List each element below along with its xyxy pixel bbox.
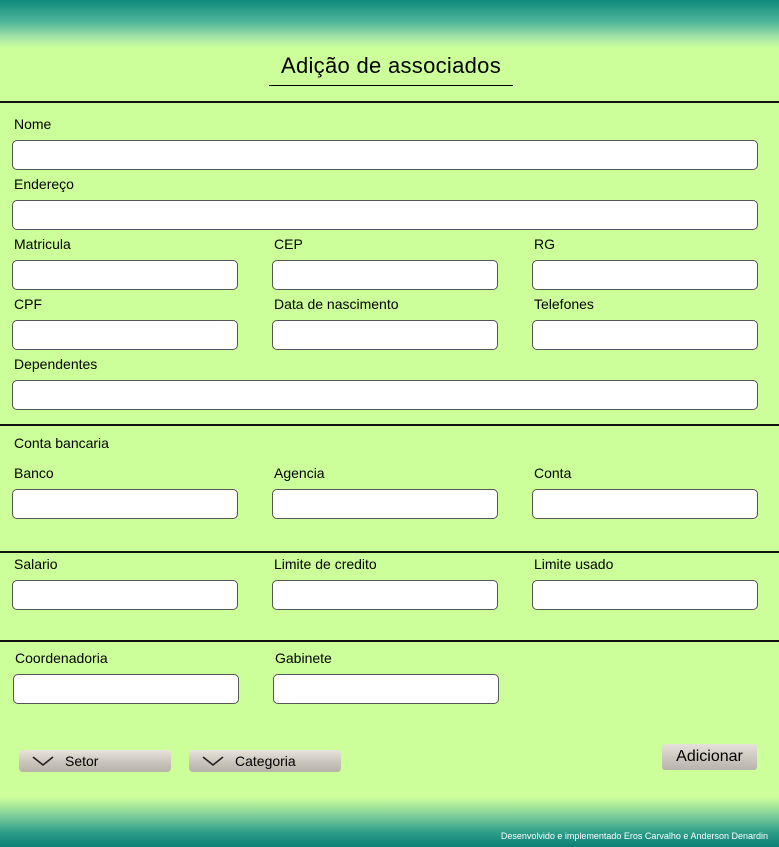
footer-credit: Desenvolvido e implementado Eros Carvalh… [500, 831, 768, 841]
coordenadoria-label: Coordenadoria [15, 650, 108, 666]
nascimento-label: Data de nascimento [274, 296, 399, 312]
conta-bancaria-heading: Conta bancaria [14, 435, 109, 451]
section-divider [0, 101, 779, 103]
nascimento-field[interactable] [272, 320, 498, 350]
salario-label: Salario [14, 556, 58, 572]
rg-field[interactable] [532, 260, 758, 290]
categoria-dropdown[interactable]: Categoria [189, 750, 341, 772]
limite-credito-field[interactable] [272, 580, 498, 610]
cep-field[interactable] [272, 260, 498, 290]
coordenadoria-field[interactable] [13, 674, 239, 704]
dependentes-field[interactable] [12, 380, 758, 410]
gabinete-field[interactable] [273, 674, 499, 704]
endereco-label: Endereço [14, 176, 74, 192]
endereco-field[interactable] [12, 200, 758, 230]
banco-field[interactable] [12, 489, 238, 519]
nome-field[interactable] [12, 140, 758, 170]
conta-label: Conta [534, 465, 572, 481]
matricula-label: Matricula [14, 236, 71, 252]
dependentes-label: Dependentes [14, 356, 98, 372]
section-divider [0, 551, 779, 553]
salario-field[interactable] [12, 580, 238, 610]
agencia-field[interactable] [272, 489, 498, 519]
section-divider [0, 424, 779, 426]
limite-usado-field[interactable] [532, 580, 758, 610]
categoria-dropdown-label: Categoria [235, 753, 296, 769]
chevron-down-icon [202, 756, 224, 767]
cpf-field[interactable] [12, 320, 238, 350]
matricula-field[interactable] [12, 260, 238, 290]
nome-label: Nome [14, 116, 52, 132]
limite-usado-label: Limite usado [534, 556, 614, 572]
telefones-label: Telefones [534, 296, 594, 312]
setor-dropdown-label: Setor [65, 753, 99, 769]
cep-label: CEP [274, 236, 303, 252]
limite-credito-label: Limite de credito [274, 556, 377, 572]
gabinete-label: Gabinete [275, 650, 332, 666]
telefones-field[interactable] [532, 320, 758, 350]
cpf-label: CPF [14, 296, 42, 312]
setor-dropdown[interactable]: Setor [19, 750, 171, 772]
chevron-down-icon [32, 756, 54, 767]
section-divider [0, 640, 779, 642]
agencia-label: Agencia [274, 465, 325, 481]
header-gradient-bar [0, 0, 779, 48]
rg-label: RG [534, 236, 555, 252]
adicionar-button[interactable]: Adicionar [662, 744, 757, 770]
page-title: Adição de associados [269, 53, 513, 86]
conta-field[interactable] [532, 489, 758, 519]
banco-label: Banco [14, 465, 54, 481]
